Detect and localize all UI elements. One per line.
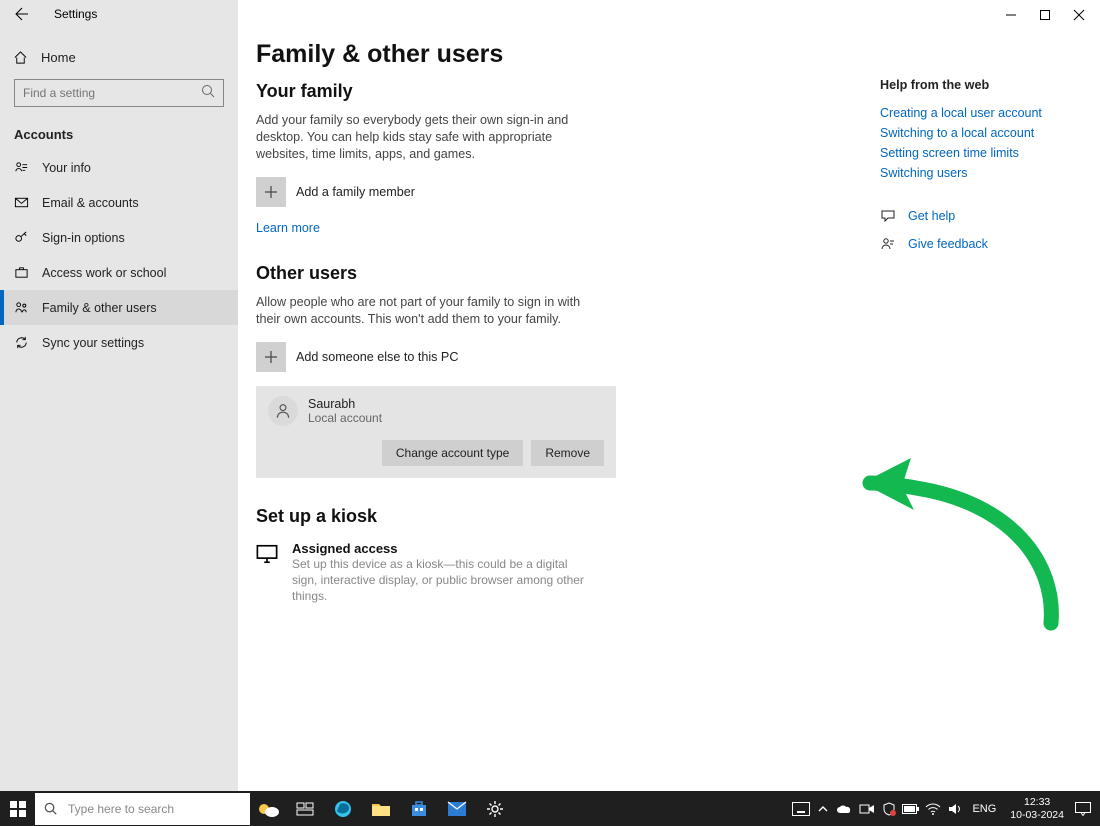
plus-icon bbox=[256, 342, 286, 372]
task-view-button[interactable] bbox=[286, 791, 324, 826]
nav-sync-settings[interactable]: Sync your settings bbox=[0, 325, 238, 360]
user-name: Saurabh bbox=[308, 397, 382, 411]
home-icon bbox=[13, 50, 31, 65]
kiosk-heading: Set up a kiosk bbox=[256, 506, 876, 527]
close-button[interactable] bbox=[1062, 4, 1096, 26]
security-icon[interactable] bbox=[878, 791, 900, 826]
taskbar-search-placeholder: Type here to search bbox=[68, 802, 174, 816]
other-user-card[interactable]: Saurabh Local account Change account typ… bbox=[256, 386, 616, 478]
start-button[interactable] bbox=[0, 791, 35, 826]
wifi-icon[interactable] bbox=[922, 791, 944, 826]
key-icon bbox=[14, 230, 32, 245]
search-box[interactable] bbox=[14, 79, 224, 107]
add-someone-else-button[interactable]: Add someone else to this PC bbox=[256, 342, 876, 372]
settings-taskbar-icon[interactable] bbox=[476, 791, 514, 826]
help-link-create-local[interactable]: Creating a local user account bbox=[880, 106, 1080, 120]
weather-widget[interactable] bbox=[250, 793, 286, 825]
help-panel: Help from the web Creating a local user … bbox=[880, 10, 1080, 791]
mail-icon bbox=[14, 195, 32, 210]
person-card-icon bbox=[14, 160, 32, 175]
remove-button[interactable]: Remove bbox=[531, 440, 604, 466]
get-help-button[interactable]: Get help bbox=[880, 208, 1080, 224]
nav-family-other-users[interactable]: Family & other users bbox=[0, 290, 238, 325]
change-account-type-button[interactable]: Change account type bbox=[382, 440, 523, 466]
back-arrow-icon bbox=[14, 6, 30, 22]
assigned-access-desc: Set up this device as a kiosk—this could… bbox=[292, 556, 592, 605]
action-center-icon[interactable] bbox=[1072, 791, 1094, 826]
battery-icon[interactable] bbox=[900, 791, 922, 826]
taskbar: Type here to search ENG 12:33 10-03-2024 bbox=[0, 791, 1100, 826]
help-header: Help from the web bbox=[880, 78, 1080, 92]
help-link-switch-local[interactable]: Switching to a local account bbox=[880, 126, 1080, 140]
windows-icon bbox=[10, 801, 26, 817]
give-feedback-button[interactable]: Give feedback bbox=[880, 236, 1080, 252]
edge-icon[interactable] bbox=[324, 791, 362, 826]
tray-chevron-icon[interactable] bbox=[812, 791, 834, 826]
file-explorer-icon[interactable] bbox=[362, 791, 400, 826]
onedrive-icon[interactable] bbox=[834, 791, 856, 826]
page-title: Family & other users bbox=[256, 40, 876, 69]
window-title: Settings bbox=[54, 7, 97, 21]
sync-icon bbox=[14, 335, 32, 350]
section-heading: Accounts bbox=[0, 113, 238, 150]
store-icon[interactable] bbox=[400, 791, 438, 826]
search-icon bbox=[200, 83, 218, 99]
plus-icon bbox=[256, 177, 286, 207]
learn-more-link[interactable]: Learn more bbox=[256, 221, 876, 235]
your-family-heading: Your family bbox=[256, 81, 876, 102]
maximize-button[interactable] bbox=[1028, 4, 1062, 26]
meet-now-icon[interactable] bbox=[856, 791, 878, 826]
touch-keyboard-icon[interactable] bbox=[790, 791, 812, 826]
avatar-icon bbox=[268, 396, 298, 426]
help-link-screen-time[interactable]: Setting screen time limits bbox=[880, 146, 1080, 160]
user-account-type: Local account bbox=[308, 411, 382, 425]
chat-icon bbox=[880, 208, 898, 224]
assigned-access-row[interactable]: Assigned access Set up this device as a … bbox=[256, 541, 876, 605]
add-family-member-button[interactable]: Add a family member bbox=[256, 177, 876, 207]
help-link-switch-users[interactable]: Switching users bbox=[880, 166, 1080, 180]
clock[interactable]: 12:33 10-03-2024 bbox=[1010, 796, 1064, 820]
minimize-button[interactable] bbox=[994, 4, 1028, 26]
feedback-icon bbox=[880, 236, 898, 252]
sidebar: Settings Home Accounts Your info Email &… bbox=[0, 0, 238, 791]
main-content: Family & other users Your family Add you… bbox=[238, 0, 1100, 791]
kiosk-monitor-icon bbox=[256, 541, 280, 605]
assigned-access-title: Assigned access bbox=[292, 541, 592, 556]
home-label: Home bbox=[41, 50, 76, 65]
briefcase-icon bbox=[14, 265, 32, 280]
language-indicator[interactable]: ENG bbox=[972, 803, 996, 815]
search-icon bbox=[43, 801, 58, 816]
your-family-desc: Add your family so everybody gets their … bbox=[256, 112, 606, 163]
nav-access-work-school[interactable]: Access work or school bbox=[0, 255, 238, 290]
back-button[interactable] bbox=[8, 0, 36, 28]
find-setting-input[interactable] bbox=[14, 79, 224, 107]
other-users-heading: Other users bbox=[256, 263, 876, 284]
volume-icon[interactable] bbox=[944, 791, 966, 826]
taskbar-search[interactable]: Type here to search bbox=[35, 793, 250, 825]
other-users-desc: Allow people who are not part of your fa… bbox=[256, 294, 606, 328]
nav-signin-options[interactable]: Sign-in options bbox=[0, 220, 238, 255]
people-icon bbox=[14, 300, 32, 315]
nav-your-info[interactable]: Your info bbox=[0, 150, 238, 185]
system-tray: ENG 12:33 10-03-2024 bbox=[790, 791, 1100, 826]
nav-email-accounts[interactable]: Email & accounts bbox=[0, 185, 238, 220]
mail-icon[interactable] bbox=[438, 791, 476, 826]
home-button[interactable]: Home bbox=[0, 42, 238, 73]
